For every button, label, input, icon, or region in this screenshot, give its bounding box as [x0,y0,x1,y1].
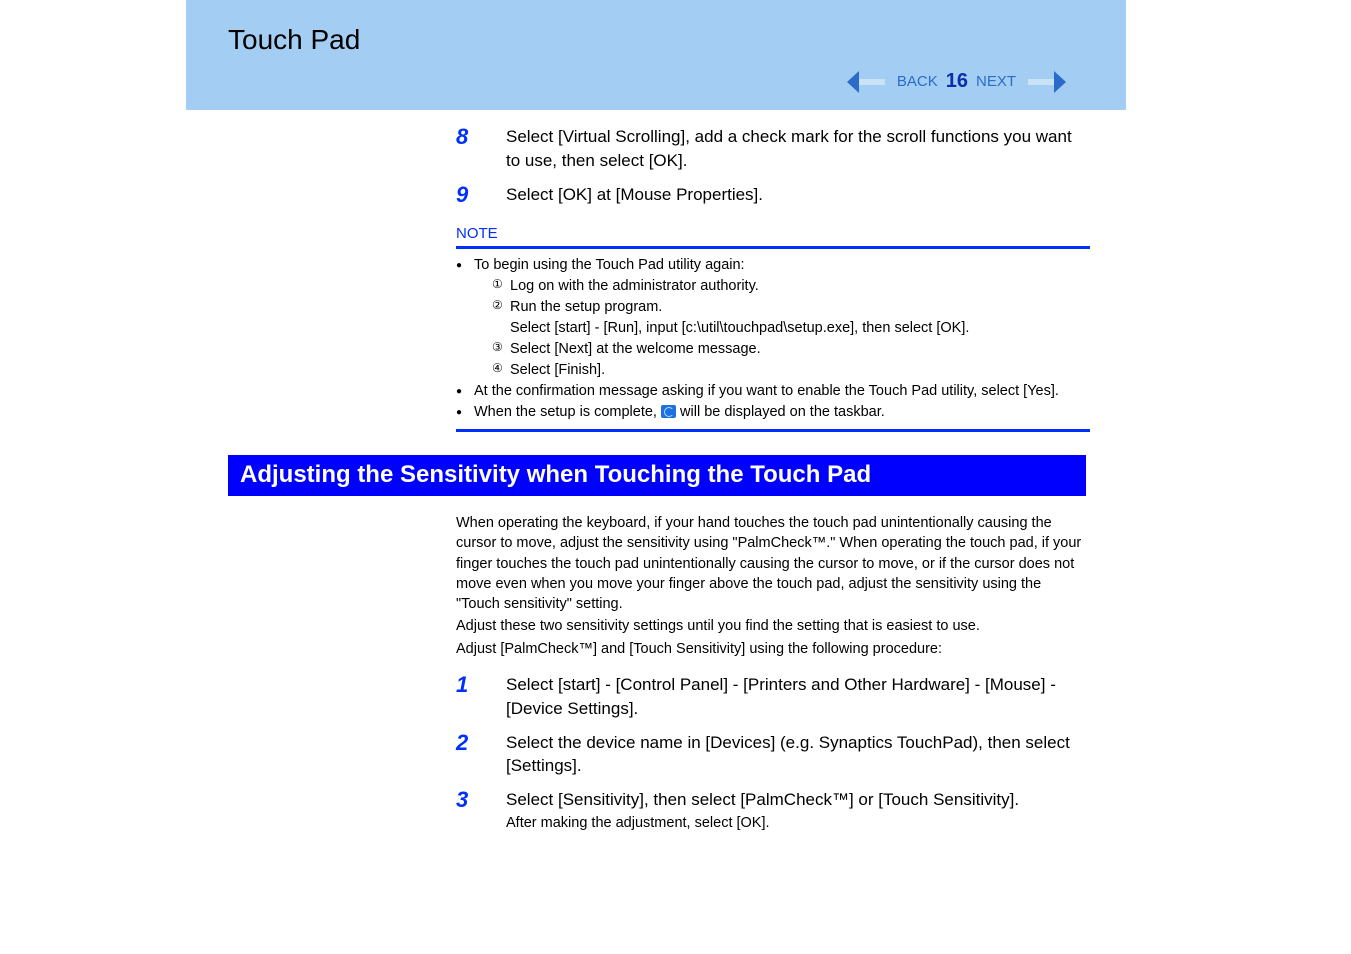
paragraph: When operating the keyboard, if your han… [456,513,1086,614]
page-title: Touch Pad [228,24,360,56]
substep-text: Select [Finish]. [510,360,969,381]
back-link[interactable]: BACK [897,73,938,90]
bullet-icon [456,255,474,381]
back-arrow-icon[interactable] [847,71,889,93]
bullet-icon [456,381,474,402]
substep-2: ② Run the setup program. [492,297,969,318]
note-body: To begin using the Touch Pad utility aga… [456,255,1086,423]
step-subtext: After making the adjustment, select [OK]… [506,815,1019,831]
step-number: 1 [456,673,506,721]
substep-2-detail: Select [start] - [Run], input [c:\util\t… [510,318,969,339]
circled-number-icon: ③ [492,339,510,360]
step-8: 8 Select [Virtual Scrolling], add a chec… [456,125,1086,173]
note-text: To begin using the Touch Pad utility aga… [474,255,969,276]
step-2: 2 Select the device name in [Devices] (e… [456,731,1086,779]
step-3: 3 Select [Sensitivity], then select [Pal… [456,788,1086,831]
step-number: 3 [456,788,506,831]
note-bullet-1: To begin using the Touch Pad utility aga… [456,255,1086,381]
next-arrow-icon[interactable] [1024,71,1066,93]
touchpad-tray-icon [661,405,676,418]
step-text: Select [OK] at [Mouse Properties]. [506,183,763,207]
circled-number-icon: ② [492,297,510,318]
paragraph: Adjust [PalmCheck™] and [Touch Sensitivi… [456,639,1086,659]
page: BACK 16 NEXT Touch Pad 8 Select [Virtual… [0,0,1351,954]
substep-text: Select [Next] at the welcome message. [510,339,969,360]
upper-content: 8 Select [Virtual Scrolling], add a chec… [456,125,1086,438]
bullet-icon [456,402,474,423]
substep-text: Log on with the administrator authority. [510,276,969,297]
nav-bar: BACK 16 NEXT [847,70,1066,93]
lower-content: When operating the keyboard, if your han… [456,513,1086,841]
section-heading: Adjusting the Sensitivity when Touching … [228,455,1086,496]
step-9: 9 Select [OK] at [Mouse Properties]. [456,183,1086,207]
note-top-rule [456,246,1090,249]
note-bullet-3: When the setup is complete, will be disp… [456,402,1086,423]
note-bullet-2: At the confirmation message asking if yo… [456,381,1086,402]
circled-number-icon: ① [492,276,510,297]
step-number: 2 [456,731,506,779]
note-text: When the setup is complete, will be disp… [474,402,885,423]
substep-3: ③ Select [Next] at the welcome message. [492,339,969,360]
substep-4: ④ Select [Finish]. [492,360,969,381]
paragraph: Adjust these two sensitivity settings un… [456,616,1086,636]
circled-number-icon: ④ [492,360,510,381]
step-text: Select [Virtual Scrolling], add a check … [506,125,1086,173]
step-text: Select [start] - [Control Panel] - [Prin… [506,673,1086,721]
note-label: NOTE [456,225,1086,242]
page-number: 16 [946,70,968,93]
substep-1: ① Log on with the administrator authorit… [492,276,969,297]
step-number: 8 [456,125,506,173]
note-text: At the confirmation message asking if yo… [474,381,1059,402]
substep-text: Run the setup program. [510,297,969,318]
step-1: 1 Select [start] - [Control Panel] - [Pr… [456,673,1086,721]
step-text: Select [Sensitivity], then select [PalmC… [506,788,1019,812]
step-text: Select the device name in [Devices] (e.g… [506,731,1086,779]
note-bottom-rule [456,429,1090,432]
step-number: 9 [456,183,506,207]
next-link[interactable]: NEXT [976,73,1016,90]
